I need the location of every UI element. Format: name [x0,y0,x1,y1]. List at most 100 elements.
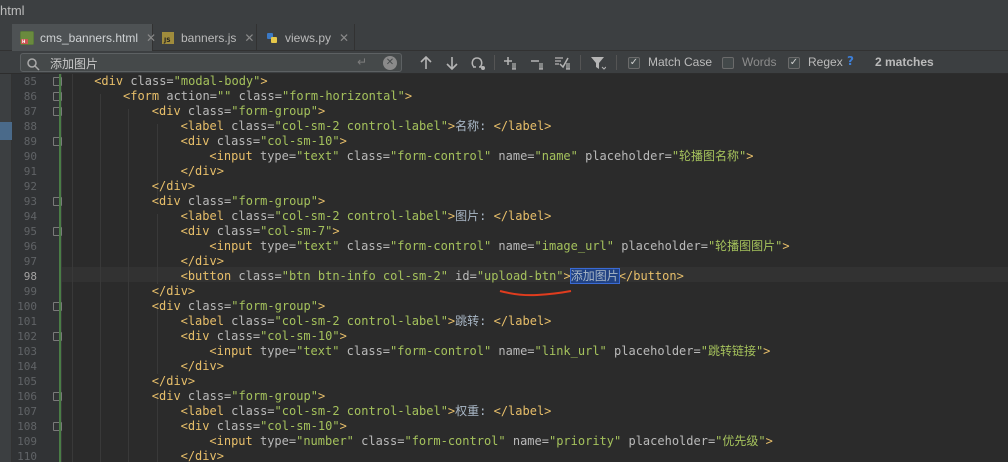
add-occurrence-icon[interactable] [503,54,521,72]
code-token: action= [166,89,217,103]
code-token: </label> [493,119,552,133]
tab-label: banners.js [181,30,237,45]
code-token: <div [180,419,217,433]
annotation-underline [499,282,573,301]
code-token: > [563,269,571,283]
code-token: <div [151,389,188,403]
code-token: <div [151,194,188,208]
clear-search-icon[interactable]: ✕ [383,56,397,70]
code-token: "col-sm-2 control-label" [274,209,448,223]
code-line: <label class="col-sm-2 control-label">跳转… [181,314,552,329]
line-number: 85 [23,75,37,88]
code-line: <form action="" class="form-horizontal"> [123,89,412,104]
line-number: 101 [17,315,37,328]
line-number: 87 [23,105,37,118]
toolbar-separator [616,55,617,70]
code-line: <input type="text" class="form-control" … [209,239,789,254]
code-line: <div class="col-sm-10"> [181,329,347,344]
python-file-icon [265,31,279,45]
code-token: "" [216,89,239,103]
regex-help-icon[interactable]: ? [847,54,854,68]
code-line: </div> [152,179,195,194]
previous-occurrence-icon[interactable] [418,54,434,72]
project-tool-strip [0,74,12,462]
code-line: <div class="form-group"> [152,299,325,314]
line-number: 103 [17,345,37,358]
code-token: placeholder= [628,434,716,448]
code-token: "priority" [548,434,629,448]
code-token: type= [259,434,297,448]
code-line: <div class="col-sm-10"> [181,134,347,149]
remove-occurrence-icon[interactable] [530,54,548,72]
code-token: <div [180,224,217,238]
tab-banners-js[interactable]: JS banners.js ✕ [153,24,257,51]
code-token: </div> [180,254,224,268]
tab-cms-banners-html[interactable]: H cms_banners.html ✕ [12,24,156,51]
code-token: 图片: [455,209,494,223]
code-token: <div [180,329,217,343]
tool-strip-selection[interactable] [0,122,12,140]
next-occurrence-icon[interactable] [444,54,460,72]
search-input[interactable]: 添加图片 ↵ ✕ [20,53,402,72]
code-line: </div> [181,359,224,374]
line-number: 88 [23,120,37,133]
code-token: </label> [493,404,552,418]
regex-checkbox[interactable]: ✓ [788,57,800,69]
code-token: <label [180,314,232,328]
code-line: </div> [181,164,224,179]
code-line: <input type="text" class="form-control" … [209,149,753,164]
code-token: "优先级" [715,434,766,448]
code-token: > [404,89,413,103]
code-line: <div class="modal-body"> [94,74,267,89]
code-token: "text" [296,344,347,358]
code-token: class= [361,434,405,448]
code-token: "text" [296,149,347,163]
code-token: placeholder= [621,239,708,253]
code-token: type= [259,344,297,358]
code-token: class= [187,299,232,313]
find-all-icon[interactable] [469,54,487,72]
tab-views-py[interactable]: views.py ✕ [257,24,355,51]
code-editor[interactable]: <div class="modal-body"> <form action="" … [62,74,1008,462]
code-line: </div> [152,284,195,299]
indent-guide [157,214,158,284]
code-token: > [339,329,347,343]
close-tab-icon[interactable]: ✕ [244,31,254,45]
vcs-change-marker [59,74,61,462]
code-token: "form-group" [231,194,318,208]
filter-icon[interactable] [589,54,607,72]
code-token: <div [151,299,188,313]
code-token: type= [259,149,297,163]
code-token: > [339,134,347,148]
code-token: </label> [493,209,552,223]
line-number: 86 [23,90,37,103]
code-token: <div [94,74,131,88]
toolbar-separator [494,55,495,70]
line-number: 90 [23,150,37,163]
code-token: "form-group" [231,104,318,118]
close-tab-icon[interactable]: ✕ [339,31,349,45]
select-all-occurrences-icon[interactable] [554,54,574,72]
words-checkbox[interactable] [722,57,734,69]
line-number: 109 [17,435,37,448]
code-token: > [317,389,326,403]
code-token: name= [498,239,535,253]
new-line-icon[interactable]: ↵ [357,55,367,69]
code-token: placeholder= [585,149,672,163]
code-token: <input [209,344,260,358]
code-token: name= [498,149,535,163]
window-title-bar: html [0,0,1008,24]
code-token: class= [238,89,282,103]
code-token: type= [259,239,297,253]
code-token: class= [130,74,174,88]
code-token: name= [498,344,535,358]
find-toolbar: 添加图片 ↵ ✕ ✓ Match Case Words ✓ Regex ? 2 … [0,51,1008,74]
code-token: "col-sm-2 control-label" [274,404,448,418]
code-token: > [317,299,326,313]
match-case-checkbox[interactable]: ✓ [628,57,640,69]
words-label: Words [742,55,777,69]
code-line: <div class="col-sm-10"> [181,419,347,434]
line-number: 98 [23,270,37,283]
line-number: 89 [23,135,37,148]
line-number: 99 [23,285,37,298]
